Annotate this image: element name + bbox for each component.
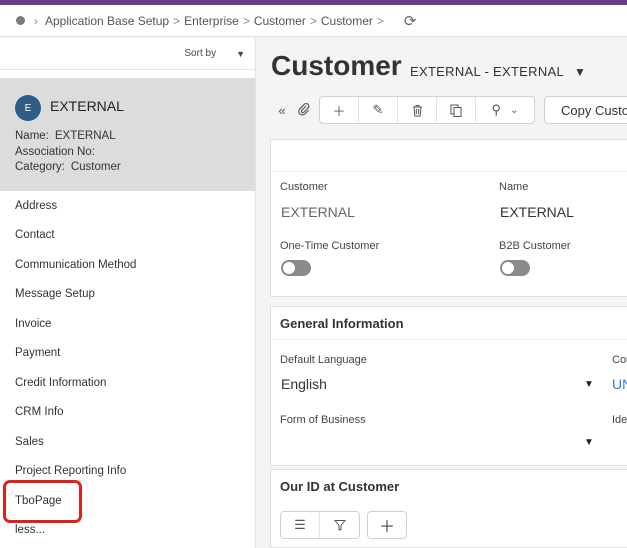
name-label: Name bbox=[499, 181, 529, 193]
nav-item-crm-info[interactable]: CRM Info bbox=[0, 398, 255, 428]
default-language-label: Default Language bbox=[280, 354, 367, 366]
nav-item-contact[interactable]: Contact bbox=[0, 221, 255, 251]
more-actions-button[interactable]: ⚲ ⌄ bbox=[476, 97, 534, 123]
chevron-down-icon: ⌄ bbox=[510, 104, 519, 116]
sort-by-control[interactable]: Sort by ▼ bbox=[0, 38, 255, 70]
record-field-label: Name: bbox=[15, 130, 49, 142]
caret-down-icon: ▼ bbox=[584, 379, 594, 390]
edit-button[interactable]: ✎ bbox=[359, 97, 398, 123]
delete-button[interactable] bbox=[398, 97, 437, 123]
b2b-customer-toggle[interactable] bbox=[500, 260, 530, 276]
nav-item-invoice[interactable]: Invoice bbox=[0, 309, 255, 339]
header-card: Customer EXTERNAL Name EXTERNAL One-Time… bbox=[270, 139, 627, 297]
main-content: Customer EXTERNAL - EXTERNAL ▼ « ＋ ✎ ⚲ ⌄ … bbox=[257, 38, 627, 548]
general-information-card: General Information Default Language Eng… bbox=[270, 306, 627, 466]
record-field-category: Category: Customer bbox=[15, 161, 121, 173]
customer-value: EXTERNAL bbox=[281, 204, 355, 220]
record-actions-group: ＋ ✎ ⚲ ⌄ bbox=[319, 96, 535, 124]
one-time-customer-label: One-Time Customer bbox=[280, 240, 380, 252]
breadcrumb-item[interactable]: Customer bbox=[254, 14, 306, 28]
caret-down-icon: ▼ bbox=[584, 437, 594, 448]
default-language-value: English bbox=[281, 376, 327, 392]
collapse-left-icon[interactable]: « bbox=[271, 96, 293, 124]
record-field-association: Association No: bbox=[15, 146, 101, 158]
record-field-value: Customer bbox=[70, 161, 121, 173]
section-title: General Information bbox=[280, 316, 404, 331]
breadcrumb-separator: > bbox=[242, 13, 250, 28]
record-card[interactable]: E EXTERNAL Name: EXTERNAL Association No:… bbox=[0, 78, 255, 191]
record-field-value: EXTERNAL bbox=[54, 130, 116, 142]
filter-icon bbox=[333, 520, 346, 531]
nav-item-communication-method[interactable]: Communication Method bbox=[0, 250, 255, 280]
nav-item-sales[interactable]: Sales bbox=[0, 427, 255, 457]
one-time-customer-toggle[interactable] bbox=[281, 260, 311, 276]
pencil-icon: ✎ bbox=[372, 102, 384, 117]
form-of-business-label: Form of Business bbox=[280, 414, 366, 426]
record-field-name: Name: EXTERNAL bbox=[15, 130, 116, 142]
sort-by-label: Sort by bbox=[184, 48, 217, 59]
breadcrumb-item[interactable]: Customer bbox=[321, 14, 373, 28]
breadcrumb-item[interactable]: Application Base Setup bbox=[45, 14, 169, 28]
section-title: Our ID at Customer bbox=[280, 479, 400, 494]
status-dot-icon bbox=[16, 16, 25, 25]
country-link[interactable]: UN bbox=[612, 376, 627, 392]
divider bbox=[271, 339, 627, 340]
country-label: Cou bbox=[612, 354, 627, 366]
plus-icon: ＋ bbox=[378, 519, 395, 536]
page-subtitle: EXTERNAL - EXTERNAL bbox=[410, 64, 565, 79]
name-value: EXTERNAL bbox=[500, 204, 574, 220]
duplicate-button[interactable] bbox=[437, 97, 476, 123]
avatar: E bbox=[15, 95, 41, 121]
record-selector[interactable]: EXTERNAL - EXTERNAL ▼ bbox=[410, 64, 586, 79]
identifier-label: Ide bbox=[612, 414, 627, 426]
record-field-label: Category: bbox=[15, 161, 65, 173]
b2b-customer-label: B2B Customer bbox=[499, 240, 571, 252]
list-tools-group: ☰ bbox=[280, 511, 360, 539]
nav-item-message-setup[interactable]: Message Setup bbox=[0, 280, 255, 310]
caret-down-icon: ▼ bbox=[574, 65, 587, 79]
list-view-button[interactable]: ☰ bbox=[281, 512, 320, 538]
form-of-business-select[interactable]: ▼ bbox=[280, 431, 595, 453]
breadcrumb-separator: > bbox=[376, 13, 384, 28]
our-id-at-customer-card: Our ID at Customer ☰ ＋ bbox=[270, 469, 627, 548]
filter-button[interactable] bbox=[320, 512, 359, 538]
refresh-icon[interactable]: ⟳ bbox=[404, 12, 417, 30]
card-header bbox=[271, 140, 627, 172]
customer-label: Customer bbox=[280, 181, 328, 193]
plus-icon: ＋ bbox=[332, 103, 346, 119]
highlight-annotation-box bbox=[3, 480, 82, 523]
record-title: EXTERNAL bbox=[50, 98, 124, 114]
toolbar: « ＋ ✎ ⚲ ⌄ Copy Custo bbox=[271, 96, 627, 124]
stamp-icon: ⚲ bbox=[491, 102, 502, 117]
duplicate-icon bbox=[450, 104, 462, 117]
chevron-right-icon[interactable]: › bbox=[34, 14, 38, 28]
record-field-label: Association No: bbox=[15, 146, 95, 158]
trash-icon bbox=[412, 104, 422, 116]
breadcrumb-item[interactable]: Enterprise bbox=[184, 14, 239, 28]
page-title: Customer bbox=[271, 50, 402, 81]
sidebar: Sort by ▼ E EXTERNAL Name: EXTERNAL Assoc… bbox=[0, 38, 256, 548]
nav-item-credit-information[interactable]: Credit Information bbox=[0, 368, 255, 398]
add-button[interactable]: ＋ bbox=[320, 97, 359, 123]
breadcrumb-separator: > bbox=[309, 13, 317, 28]
attachment-icon[interactable] bbox=[293, 96, 315, 124]
nav-item-address[interactable]: Address bbox=[0, 191, 255, 221]
breadcrumb: › Application Base Setup > Enterprise > … bbox=[0, 5, 627, 37]
add-row-button[interactable]: ＋ bbox=[367, 511, 407, 539]
nav-item-payment[interactable]: Payment bbox=[0, 339, 255, 369]
default-language-select[interactable]: English ▼ bbox=[280, 373, 595, 395]
copy-customer-button[interactable]: Copy Custo bbox=[544, 96, 627, 124]
caret-down-icon: ▼ bbox=[236, 48, 245, 59]
list-icon: ☰ bbox=[294, 517, 306, 532]
breadcrumb-separator: > bbox=[173, 13, 181, 28]
